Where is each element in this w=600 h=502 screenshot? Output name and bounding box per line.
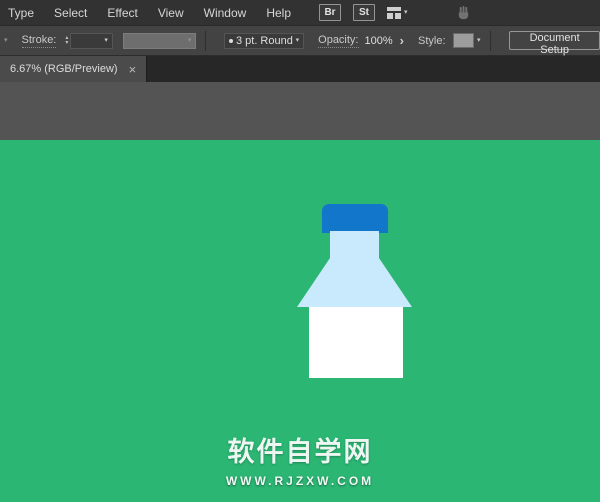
graphic-styles-panel-button[interactable]: St [353, 4, 376, 21]
stroke-weight-stepper[interactable]: ▴ ▾ [65, 35, 69, 46]
chevron-down-icon[interactable]: ▾ [4, 37, 8, 44]
bottle-shoulder[interactable] [297, 258, 412, 307]
document-setup-button[interactable]: Document Setup [509, 31, 600, 56]
style-label: Style: [417, 34, 446, 47]
hand-tool-button[interactable] [456, 5, 471, 20]
style-swatch[interactable] [452, 33, 475, 48]
hand-icon [458, 5, 468, 20]
milk-bottle-artwork[interactable] [290, 200, 415, 382]
menu-select[interactable]: Select [44, 6, 97, 20]
menu-type[interactable]: Type [0, 6, 44, 20]
document-tab[interactable]: 6.67% (RGB/Preview) × [0, 56, 148, 82]
close-icon[interactable]: × [129, 63, 137, 76]
brush-definition-dropdown[interactable]: 3 pt. Round ▾ [224, 32, 305, 49]
workspace-switcher[interactable]: ▾ [387, 6, 408, 19]
bottle-body[interactable] [309, 307, 403, 378]
watermark-url: WWW.RJZXW.COM [225, 474, 375, 488]
separator [205, 30, 207, 51]
opacity-label[interactable]: Opacity: [318, 34, 359, 48]
brushes-panel-button[interactable]: Br [319, 4, 342, 21]
stroke-label[interactable]: Stroke: [21, 34, 57, 48]
workspace-icon [387, 6, 402, 19]
menu-view[interactable]: View [148, 6, 194, 20]
control-bar: ▾ Stroke: ▴ ▾ ▾ ▾ 3 pt. Round ▾ Opacity:… [0, 26, 600, 56]
chevron-down-icon: ▾ [404, 9, 408, 16]
chevron-down-icon: ▾ [295, 37, 300, 44]
menu-help[interactable]: Help [256, 6, 301, 20]
brush-definition-value: 3 pt. Round [235, 34, 293, 47]
menu-window[interactable]: Window [194, 6, 257, 20]
chevron-down-icon: ▾ [187, 37, 192, 44]
watermark-title: 软件自学网 [227, 437, 373, 467]
menu-effect[interactable]: Effect [97, 6, 147, 20]
chevron-down-icon: ▾ [104, 37, 108, 44]
stepper-down-icon: ▾ [65, 39, 69, 46]
opacity-panel-arrow-icon[interactable]: › [400, 34, 404, 47]
bottle-neck[interactable] [330, 231, 379, 259]
menu-bar: Type Select Effect View Window Help Br S… [0, 0, 600, 26]
opacity-value[interactable]: 100% [365, 35, 393, 47]
document-tab-bar: 6.67% (RGB/Preview) × [0, 56, 600, 82]
pasteboard [0, 82, 600, 140]
illustrator-window: Type Select Effect View Window Help Br S… [0, 0, 600, 502]
separator [489, 30, 491, 51]
chevron-down-icon[interactable]: ▾ [477, 37, 481, 44]
bottle-cap[interactable] [322, 204, 388, 233]
width-profile-dropdown[interactable]: ▾ [122, 32, 197, 49]
artboard-canvas[interactable]: 软件自学网 WWW.RJZXW.COM [0, 140, 600, 502]
document-tab-title: 6.67% (RGB/Preview) [10, 63, 118, 75]
watermark: 软件自学网 WWW.RJZXW.COM [0, 430, 600, 488]
brush-preview-dot-icon [229, 38, 234, 43]
stroke-weight-dropdown[interactable]: ▾ [70, 32, 113, 49]
